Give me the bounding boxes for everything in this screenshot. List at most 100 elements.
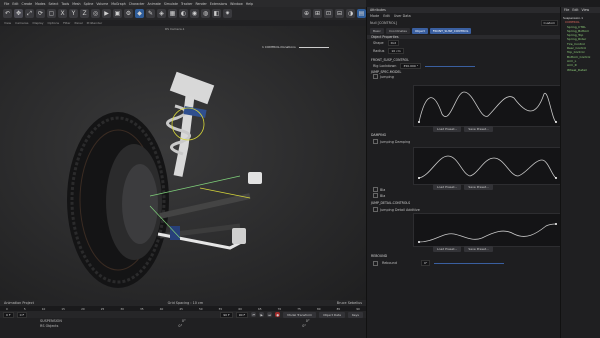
tab-keys[interactable]: Keys bbox=[347, 311, 363, 318]
light-icon[interactable]: ✷ bbox=[223, 9, 232, 18]
menu-item[interactable]: Select bbox=[48, 2, 58, 6]
object-list-item[interactable]: Wheel_Detail bbox=[561, 68, 600, 72]
menu-item[interactable]: Spline bbox=[84, 2, 94, 6]
load-preset-button-3[interactable]: Load Preset... bbox=[433, 246, 462, 252]
save-preset-button-2[interactable]: Save Preset... bbox=[464, 184, 493, 190]
viewport-menu-item[interactable]: ProRender bbox=[87, 21, 102, 25]
subdivision-icon[interactable]: ◈ bbox=[157, 9, 166, 18]
detail-spline-graph[interactable] bbox=[413, 213, 561, 247]
custom-dropdown[interactable]: Custom bbox=[540, 20, 558, 26]
damping-section: DAMPING bbox=[371, 133, 387, 137]
field-icon[interactable]: ◉ bbox=[190, 9, 199, 18]
render-settings-icon[interactable]: ⚙ bbox=[124, 9, 133, 18]
snap-icon[interactable]: ⊕ bbox=[302, 9, 311, 18]
lock-icon[interactable]: ⊡ bbox=[324, 9, 333, 18]
grid-icon[interactable]: ⊟ bbox=[335, 9, 344, 18]
select-icon[interactable]: ▢ bbox=[47, 9, 56, 18]
tab-object-data[interactable]: Object Data bbox=[319, 311, 345, 318]
frame-end2-field[interactable]: 90 F bbox=[235, 311, 249, 318]
menu-item[interactable]: Help bbox=[246, 2, 253, 6]
x-checkbox[interactable] bbox=[373, 187, 378, 192]
load-preset-button-1[interactable]: Load Preset... bbox=[433, 126, 462, 132]
viewport-menu-item[interactable]: Panel bbox=[75, 21, 83, 25]
menu-item[interactable]: Edit bbox=[12, 2, 18, 6]
om-menu-edit[interactable]: Edit bbox=[572, 8, 578, 12]
workplane-icon[interactable]: ⊞ bbox=[313, 9, 322, 18]
rebound-slider[interactable] bbox=[434, 262, 505, 264]
tab-model-transform[interactable]: Model Transform bbox=[283, 311, 317, 318]
frame-current-field[interactable]: 0 F bbox=[16, 311, 28, 318]
menu-item[interactable]: Character bbox=[129, 2, 145, 6]
play-icon[interactable]: ▶ bbox=[259, 312, 265, 317]
damping-checkbox[interactable] bbox=[373, 139, 378, 144]
menu-item[interactable]: Tools bbox=[61, 2, 69, 6]
timeline-tick: 25 bbox=[100, 306, 105, 311]
detail-checkbox[interactable] bbox=[373, 207, 378, 212]
pen-icon[interactable]: ✎ bbox=[146, 9, 155, 18]
load-preset-button-2[interactable]: Load Preset... bbox=[433, 184, 462, 190]
menu-item[interactable]: Window bbox=[230, 2, 243, 6]
menu-item[interactable]: Volume bbox=[96, 2, 108, 6]
jumping-checkbox[interactable] bbox=[373, 74, 378, 79]
menu-item[interactable]: MoGraph bbox=[111, 2, 125, 6]
frame-end-field[interactable]: 90 F bbox=[220, 311, 233, 318]
reservoir bbox=[248, 172, 262, 184]
undo-icon[interactable]: ↶ bbox=[3, 9, 12, 18]
scale-icon[interactable]: ⤢ bbox=[25, 9, 34, 18]
viewport[interactable]: RS Camera.1 1 CONTROL.Donations bbox=[0, 26, 366, 300]
axis-x-icon[interactable]: X bbox=[58, 9, 67, 18]
rig-lockdown-field[interactable]: 350.000 ° bbox=[400, 63, 422, 69]
y-checkbox[interactable] bbox=[373, 193, 378, 198]
radius-field[interactable]: 10 cm bbox=[388, 48, 404, 54]
menu-item[interactable]: Mesh bbox=[72, 2, 80, 6]
viewport-menu-item[interactable]: Options bbox=[48, 21, 60, 25]
axis-y-icon[interactable]: Y bbox=[69, 9, 78, 18]
menu-item[interactable]: Create bbox=[22, 2, 33, 6]
view-icon[interactable]: ◑ bbox=[346, 9, 355, 18]
menu-item[interactable]: Tracker bbox=[181, 2, 193, 6]
forward-icon[interactable]: ⏭ bbox=[267, 312, 273, 317]
move-icon[interactable]: ✥ bbox=[14, 9, 23, 18]
attr-menu-mode[interactable]: Mode bbox=[370, 14, 379, 18]
damping-spline-graph[interactable] bbox=[413, 147, 561, 185]
shape-dropdown[interactable]: Dot bbox=[387, 40, 399, 46]
om-menu-view[interactable]: View bbox=[582, 8, 590, 12]
render-view-icon[interactable]: ▶ bbox=[102, 9, 111, 18]
jumping-spline-graph[interactable] bbox=[413, 85, 561, 127]
frame-start-field[interactable]: 0 F bbox=[3, 311, 14, 318]
viewport-menu-item[interactable]: View bbox=[4, 21, 11, 25]
viewport-menu-item[interactable]: Cameras bbox=[15, 21, 28, 25]
axis-z-icon[interactable]: Z bbox=[80, 9, 89, 18]
om-menu-file[interactable]: File bbox=[564, 8, 569, 12]
layout-icon[interactable]: ▤ bbox=[357, 9, 366, 18]
tab-front-susp-control[interactable]: FRONT_SUSP_CONTROL bbox=[429, 28, 472, 34]
rebound-field[interactable]: 0° bbox=[420, 260, 431, 266]
scene-icon[interactable]: ◍ bbox=[201, 9, 210, 18]
menu-item[interactable]: Simulate bbox=[164, 2, 178, 6]
attr-menu-edit[interactable]: Edit bbox=[383, 14, 390, 18]
save-preset-button-1[interactable]: Save Preset... bbox=[464, 126, 493, 132]
menu-item[interactable]: Extensions bbox=[210, 2, 227, 6]
menu-item[interactable]: Render bbox=[195, 2, 206, 6]
rig-lockdown-slider[interactable] bbox=[425, 65, 476, 67]
cube-icon[interactable]: ◆ bbox=[135, 9, 144, 18]
tab-basic[interactable]: Basic bbox=[370, 28, 384, 34]
viewport-menu-item[interactable]: Display bbox=[32, 21, 43, 25]
menu-item[interactable]: Animate bbox=[148, 2, 161, 6]
tab-coordinates[interactable]: Coordinates bbox=[385, 28, 410, 34]
array-icon[interactable]: ▦ bbox=[168, 9, 177, 18]
rewind-icon[interactable]: ⏮ bbox=[251, 312, 257, 317]
save-preset-button-3[interactable]: Save Preset... bbox=[464, 246, 493, 252]
tab-object[interactable]: Object bbox=[411, 28, 428, 34]
render-icon[interactable]: ▣ bbox=[113, 9, 122, 18]
world-icon[interactable]: ◎ bbox=[91, 9, 100, 18]
attr-menu-userdata[interactable]: User Data bbox=[394, 14, 411, 18]
deformer-icon[interactable]: ◐ bbox=[179, 9, 188, 18]
camera-icon[interactable]: ◧ bbox=[212, 9, 221, 18]
viewport-menu-item[interactable]: Filter bbox=[63, 21, 70, 25]
menu-item[interactable]: Modes bbox=[35, 2, 45, 6]
rebound-checkbox[interactable] bbox=[373, 260, 378, 266]
menu-item[interactable]: File bbox=[4, 2, 9, 6]
record-icon[interactable]: ● bbox=[275, 312, 281, 317]
rotate-icon[interactable]: ⟳ bbox=[36, 9, 45, 18]
